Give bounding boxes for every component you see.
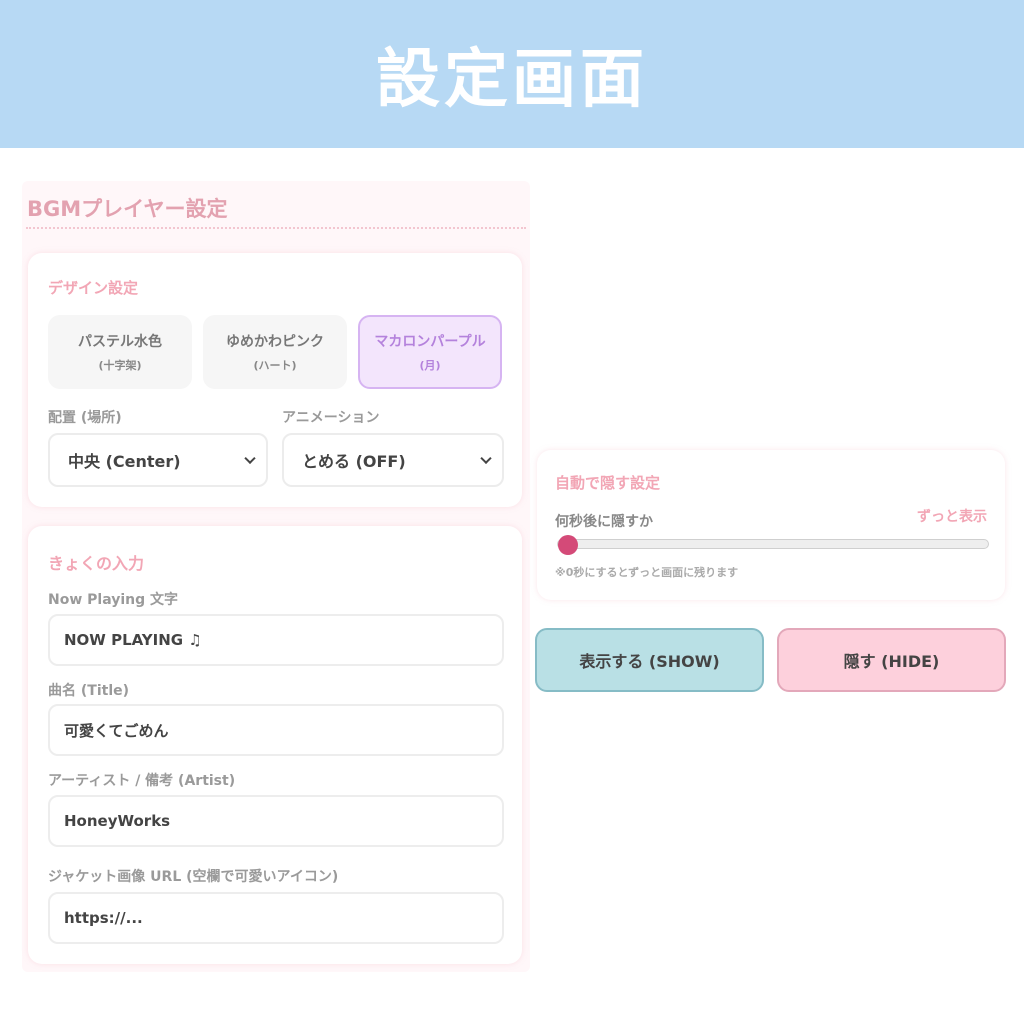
now-playing-input[interactable]: NOW PLAYING ♫	[48, 614, 504, 666]
show-button-label: 表示する (SHOW)	[579, 652, 720, 671]
autohide-seconds-label: 何秒後に隠すか	[555, 514, 653, 530]
design-settings-heading: デザイン設定	[48, 279, 139, 297]
theme-option-macaron-purple[interactable]: マカロンパープル (月)	[358, 315, 502, 389]
jacket-url-input[interactable]: https://...	[48, 892, 504, 944]
title-input[interactable]: 可愛くてごめん	[48, 704, 504, 756]
position-select[interactable]: 中央 (Center)	[48, 433, 268, 487]
autohide-settings-card: 自動で隠す設定 何秒後に隠すか ずっと表示 ※0秒にするとずっと画面に残ります	[537, 450, 1005, 600]
title-label: 曲名 (Title)	[48, 683, 130, 699]
hide-button-label: 隠す (HIDE)	[843, 652, 940, 671]
show-button[interactable]: 表示する (SHOW)	[535, 628, 764, 692]
autohide-slider-thumb[interactable]	[558, 535, 578, 555]
animation-select[interactable]: とめる (OFF)	[282, 433, 504, 487]
artist-label: アーティスト / 備考 (Artist)	[48, 773, 236, 789]
autohide-note: ※0秒にするとずっと画面に残ります	[555, 566, 739, 579]
position-select-value: 中央 (Center)	[68, 452, 181, 471]
animation-select-value: とめる (OFF)	[302, 452, 406, 471]
title-value: 可愛くてごめん	[64, 721, 169, 740]
chevron-down-icon	[244, 452, 256, 465]
theme-option-pastel-blue[interactable]: パステル水色 (十字架)	[48, 315, 192, 389]
page-title: 設定画面	[376, 43, 648, 117]
position-label: 配置 (場所)	[48, 410, 122, 426]
artist-input[interactable]: HoneyWorks	[48, 795, 504, 847]
artist-value: HoneyWorks	[64, 812, 171, 830]
theme-option-yumekawa-pink[interactable]: ゆめかわピンク (ハート)	[203, 315, 347, 389]
chevron-down-icon	[480, 452, 492, 465]
now-playing-value: NOW PLAYING ♫	[64, 631, 202, 649]
song-input-card: きょくの入力 Now Playing 文字 NOW PLAYING ♫ 曲名 (…	[28, 526, 522, 964]
panel-title: BGMプレイヤー設定	[27, 197, 228, 221]
theme-name: ゆめかわピンク	[226, 334, 324, 350]
theme-name: パステル水色	[78, 334, 162, 350]
autohide-slider-track[interactable]	[557, 535, 989, 555]
theme-sub: (月)	[419, 359, 441, 372]
panel-divider	[26, 227, 526, 229]
theme-sub: (十字架)	[98, 359, 142, 372]
theme-sub: (ハート)	[253, 359, 297, 372]
header-banner: 設定画面	[0, 0, 1024, 148]
song-input-heading: きょくの入力	[48, 554, 145, 573]
jacket-url-label: ジャケット画像 URL (空欄で可愛いアイコン)	[48, 869, 339, 885]
autohide-heading: 自動で隠す設定	[555, 474, 661, 492]
jacket-url-value: https://...	[64, 909, 143, 927]
autohide-value-text: ずっと表示	[917, 509, 987, 525]
design-settings-card: デザイン設定 パステル水色 (十字架) ゆめかわピンク (ハート) マカロンパー…	[28, 253, 522, 507]
animation-label: アニメーション	[282, 410, 380, 426]
theme-name: マカロンパープル	[374, 334, 486, 350]
hide-button[interactable]: 隠す (HIDE)	[777, 628, 1006, 692]
bgm-settings-panel: BGMプレイヤー設定 デザイン設定 パステル水色 (十字架) ゆめかわピンク (…	[22, 181, 530, 972]
now-playing-label: Now Playing 文字	[48, 592, 179, 608]
